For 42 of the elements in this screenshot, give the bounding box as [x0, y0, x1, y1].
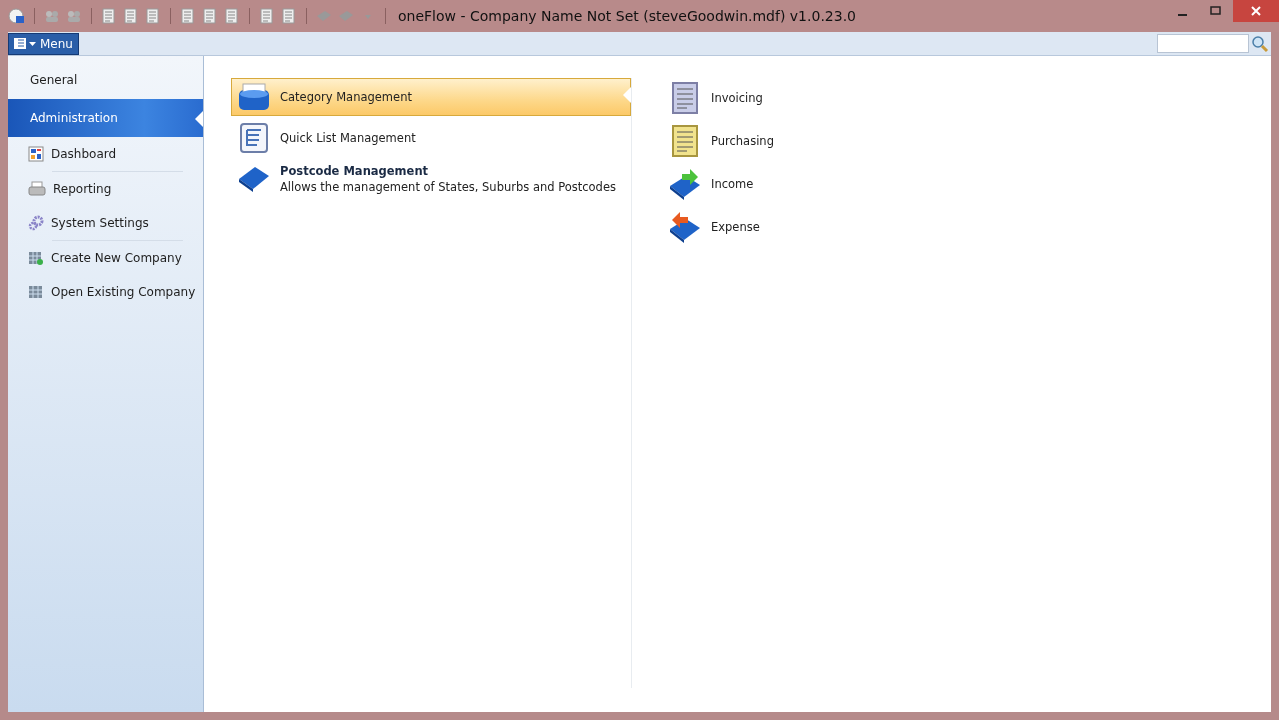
- database-icon: [28, 284, 44, 300]
- sidebar-section[interactable]: Administration: [8, 99, 203, 137]
- document-icon[interactable]: [179, 7, 197, 25]
- task-title: Postcode Management: [280, 164, 430, 178]
- sidebar-item[interactable]: Reporting: [8, 172, 203, 206]
- close-button[interactable]: [1233, 0, 1279, 22]
- selection-notch: [623, 87, 631, 103]
- task-item[interactable]: Invoicing: [662, 78, 962, 118]
- database-add-icon: [28, 250, 44, 266]
- document-icon[interactable]: [122, 7, 140, 25]
- maximize-icon: [1210, 6, 1222, 16]
- printer-icon: [28, 181, 46, 197]
- menu-button[interactable]: Menu: [8, 32, 79, 55]
- task-item[interactable]: Purchasing: [662, 121, 962, 161]
- list-icon: [14, 38, 26, 49]
- sidebar-item[interactable]: System Settings: [8, 206, 203, 240]
- close-icon: [1250, 6, 1262, 16]
- task-item[interactable]: Category Management: [231, 78, 631, 116]
- document-icon[interactable]: [223, 7, 241, 25]
- caret-icon: [29, 40, 37, 47]
- document-icon[interactable]: [144, 7, 162, 25]
- search-icon[interactable]: [1251, 34, 1269, 53]
- window-title: oneFlow - Company Name Not Set (steveGoodwin.mdf) v1.0.23.0: [398, 8, 857, 24]
- document-icon[interactable]: [280, 7, 298, 25]
- app-icon[interactable]: [8, 7, 26, 25]
- sidebar-item[interactable]: Dashboard: [8, 137, 203, 171]
- minimize-icon: [1177, 14, 1187, 16]
- task-card[interactable]: Postcode Management Allows the management of States, Suburbs and Postcodes: [231, 160, 631, 198]
- dashboard-icon: [28, 146, 44, 162]
- document-icon[interactable]: [201, 7, 219, 25]
- box-icon: [236, 82, 272, 112]
- sidebar-item[interactable]: Create New Company: [8, 241, 203, 275]
- search-field[interactable]: [1157, 34, 1249, 53]
- sidebar-item[interactable]: Open Existing Company: [8, 275, 203, 309]
- gears-icon: [28, 215, 44, 231]
- task-item[interactable]: Expense: [662, 207, 962, 247]
- task-item[interactable]: Income: [662, 164, 962, 204]
- document-icon[interactable]: [100, 7, 118, 25]
- document-icon[interactable]: [258, 7, 276, 25]
- task-description: Allows the management of States, Suburbs and Postcodes: [280, 180, 616, 194]
- task-item[interactable]: Quick List Management: [231, 119, 631, 157]
- sidebar-section[interactable]: General: [8, 61, 203, 99]
